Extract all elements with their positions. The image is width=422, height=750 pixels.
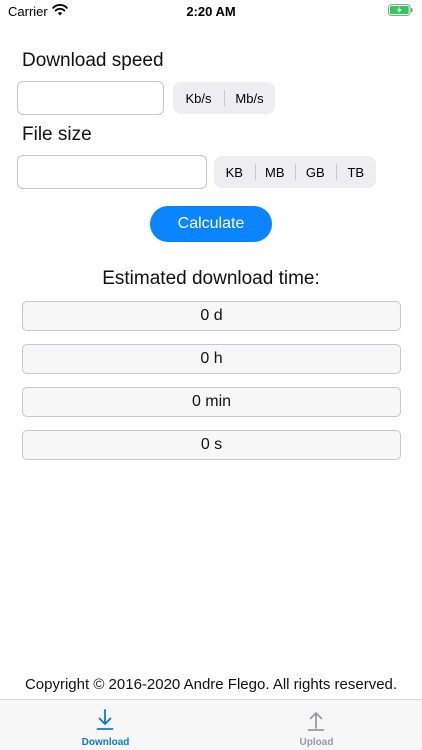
- status-bar: Carrier 2:20 AM: [0, 0, 422, 24]
- tab-download-label: Download: [81, 737, 130, 748]
- size-unit-mb[interactable]: MB: [254, 156, 296, 188]
- arrow-up-icon: [307, 712, 325, 731]
- result-hours: 0 h: [22, 344, 401, 374]
- download-speed-label: Download speed: [22, 50, 164, 71]
- file-size-label: File size: [22, 124, 92, 145]
- speed-unit-mbps[interactable]: Mb/s: [224, 82, 275, 114]
- arrow-down-icon: [96, 709, 114, 730]
- speed-unit-kbps[interactable]: Kb/s: [173, 82, 224, 114]
- file-size-input[interactable]: [17, 155, 207, 189]
- battery-charging-icon: [388, 4, 413, 16]
- calculate-button[interactable]: Calculate: [150, 206, 272, 242]
- results-title: Estimated download time:: [102, 268, 320, 289]
- status-time: 2:20 AM: [186, 4, 236, 19]
- download-speed-input[interactable]: [17, 81, 164, 115]
- result-seconds: 0 s: [22, 430, 401, 460]
- size-unit-selector: KB MB GB TB: [214, 156, 376, 188]
- size-unit-kb[interactable]: KB: [214, 156, 255, 188]
- tab-bar: Download Upload: [0, 699, 422, 750]
- copyright-text: Copyright © 2016-2020 Andre Flego. All r…: [24, 676, 398, 693]
- size-unit-tb[interactable]: TB: [335, 156, 377, 188]
- speed-unit-selector: Kb/s Mb/s: [173, 82, 275, 114]
- result-days: 0 d: [22, 301, 401, 331]
- tab-download[interactable]: Download: [0, 700, 211, 750]
- tab-upload-label: Upload: [299, 737, 334, 748]
- size-unit-gb[interactable]: GB: [295, 156, 336, 188]
- result-minutes: 0 min: [22, 387, 401, 417]
- tab-upload[interactable]: Upload: [211, 700, 422, 750]
